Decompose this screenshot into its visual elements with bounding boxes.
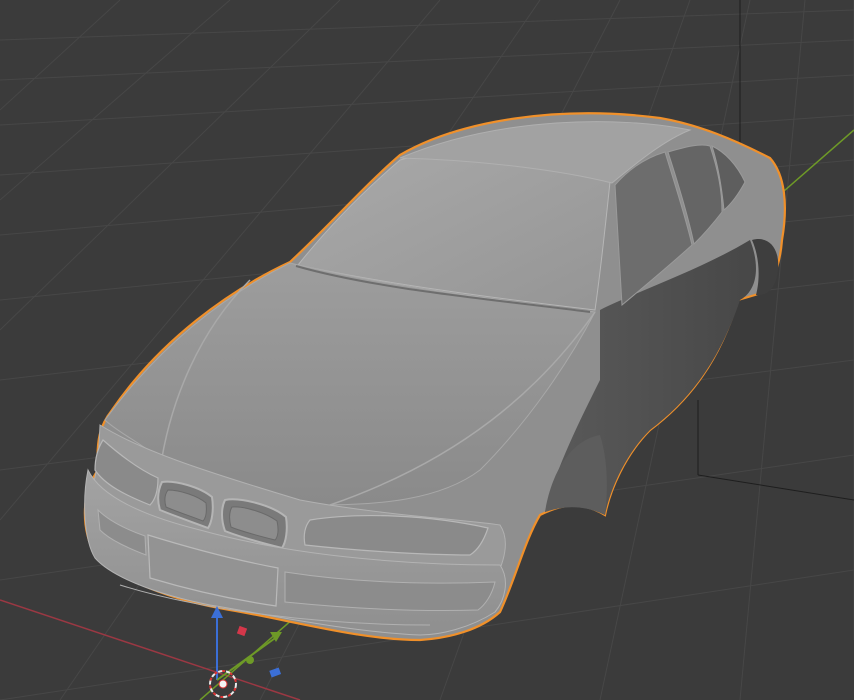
cursor-guide-h bbox=[697, 474, 854, 501]
car-body-mesh[interactable] bbox=[83, 112, 786, 642]
3d-viewport[interactable] bbox=[0, 0, 854, 700]
